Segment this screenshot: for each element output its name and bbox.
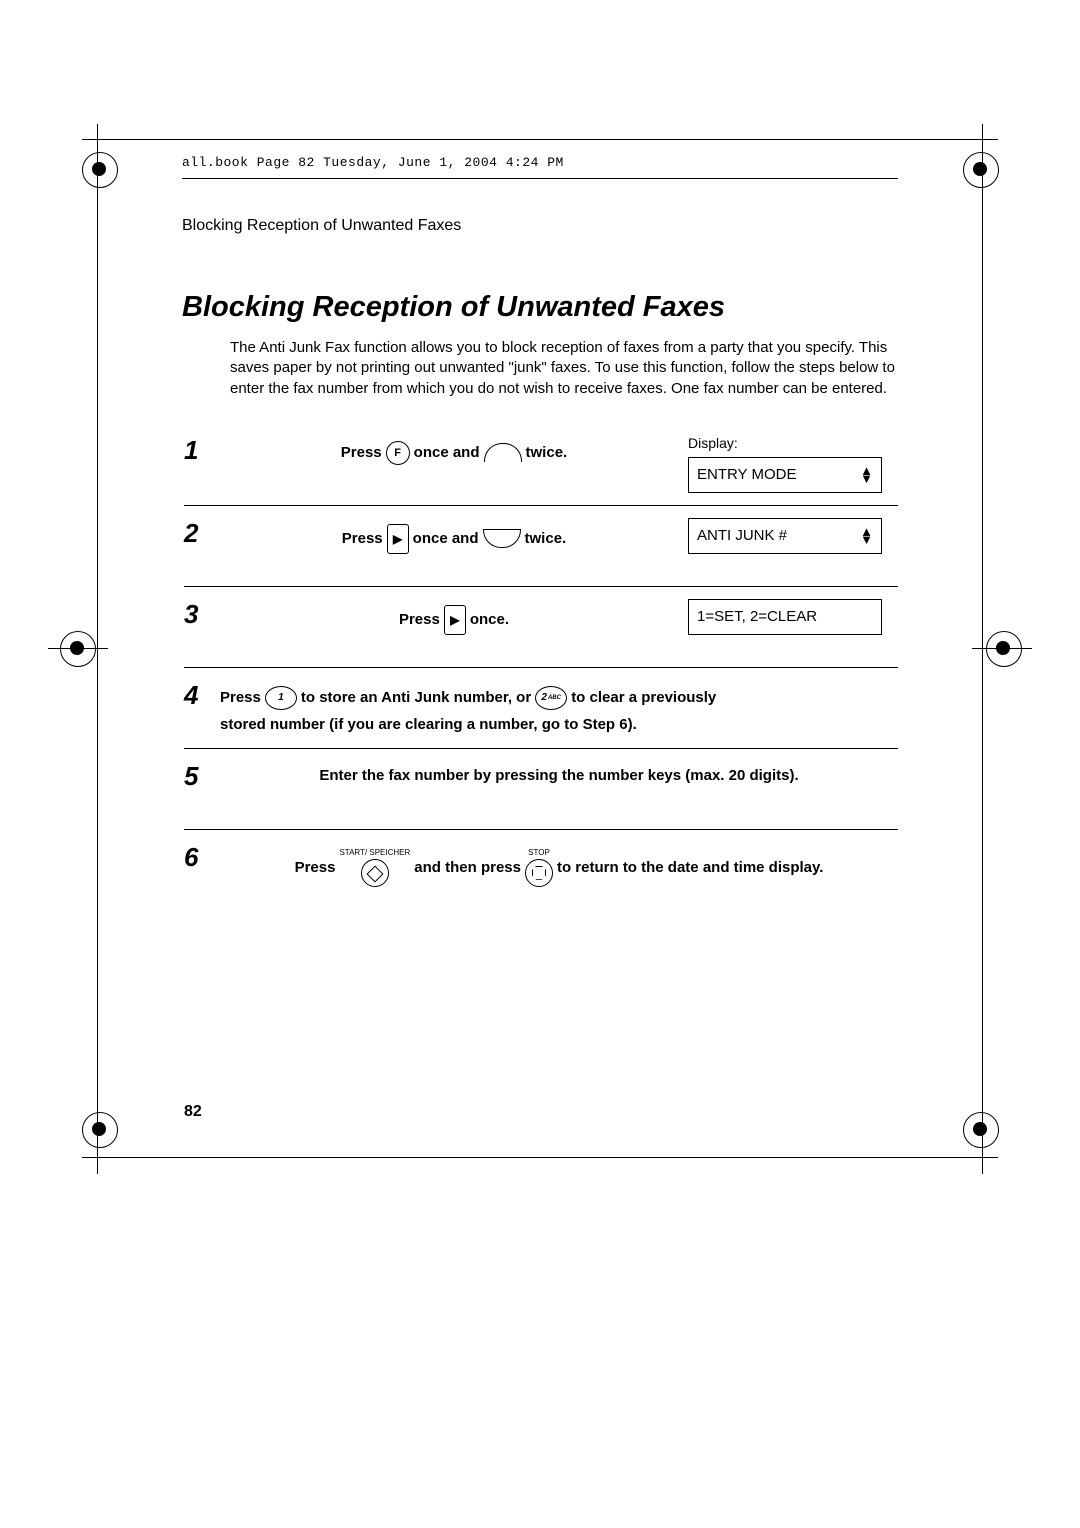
book-meta-line: all.book Page 82 Tuesday, June 1, 2004 4… (182, 155, 898, 170)
step-text: Press (220, 689, 261, 706)
page-number: 82 (184, 1103, 202, 1121)
lcd-text: ENTRY MODE (697, 466, 796, 483)
lcd-text: 1=SET, 2=CLEAR (697, 608, 817, 625)
registration-mark-icon (82, 152, 116, 186)
step-text: Press (399, 611, 440, 628)
start-key-icon (361, 859, 389, 887)
step-text: twice. (526, 444, 568, 461)
step-text: to clear a previously (571, 689, 716, 706)
scroll-arrows-icon: ▲▼ (860, 528, 873, 544)
nav-right-key-icon: ▶ (444, 605, 466, 635)
step-body: Press ▶ once. (220, 599, 688, 635)
digit-1-key-icon: 1 (265, 686, 297, 710)
step-text: stored number (if you are clearing a num… (220, 716, 898, 733)
crop-line (982, 124, 983, 1174)
step-text: Enter the fax number by pressing the num… (319, 767, 798, 784)
step-text: to return to the date and time display. (557, 859, 823, 876)
step-row: 6 Press START/ SPEICHER and then press S… (184, 830, 898, 910)
step-body: Press F once and twice. (220, 435, 688, 465)
display-label: Display: (688, 435, 898, 451)
registration-mark-icon (963, 1112, 997, 1146)
key-digit: 2 (541, 692, 547, 703)
rocker-up-icon (484, 443, 522, 462)
step-body: Press START/ SPEICHER and then press STO… (220, 842, 898, 887)
registration-mark-icon (82, 1112, 116, 1146)
lcd-panel: ENTRY MODE ▲▼ (688, 457, 882, 493)
page-title: Blocking Reception of Unwanted Faxes (182, 291, 898, 324)
running-header: Blocking Reception of Unwanted Faxes (182, 217, 898, 235)
step-row: 4 Press 1 to store an Anti Junk number, … (184, 668, 898, 749)
step-text: twice. (525, 530, 567, 547)
display-column: ANTI JUNK # ▲▼ (688, 518, 898, 554)
step-number: 2 (184, 518, 220, 549)
step-row: 3 Press ▶ once. 1=SET, 2=CLEAR (184, 587, 898, 668)
step-text: Press (342, 530, 383, 547)
lcd-panel: 1=SET, 2=CLEAR (688, 599, 882, 635)
lcd-panel: ANTI JUNK # ▲▼ (688, 518, 882, 554)
rocker-down-icon (483, 529, 521, 548)
stop-key-label: STOP (528, 848, 550, 857)
step-row: 2 Press ▶ once and twice. ANTI JUNK # ▲▼ (184, 506, 898, 587)
step-body: Enter the fax number by pressing the num… (220, 761, 898, 784)
step-number: 5 (184, 761, 220, 792)
stop-key-group: STOP (525, 848, 553, 887)
step-number: 3 (184, 599, 220, 630)
step-row: 1 Press F once and twice. Display: ENTRY… (184, 423, 898, 506)
step-body: Press 1 to store an Anti Junk number, or… (220, 680, 898, 733)
start-key-label: START/ SPEICHER (339, 848, 410, 857)
display-column: Display: ENTRY MODE ▲▼ (688, 435, 898, 493)
crop-line (82, 139, 998, 140)
step-text: once and (413, 530, 479, 547)
step-body: Press ▶ once and twice. (220, 518, 688, 554)
scroll-arrows-icon: ▲▼ (860, 467, 873, 483)
step-number: 1 (184, 435, 220, 466)
digit-2-key-icon: 2ABC (535, 686, 567, 710)
crop-line (97, 124, 98, 1174)
step-row: 5 Enter the fax number by pressing the n… (184, 749, 898, 830)
key-sub: ABC (548, 695, 561, 701)
step-text: and then press (414, 859, 521, 876)
step-text: to store an Anti Junk number, or (301, 689, 531, 706)
stop-key-icon (525, 859, 553, 887)
step-number: 4 (184, 680, 220, 711)
divider (182, 178, 898, 179)
display-column: 1=SET, 2=CLEAR (688, 599, 898, 635)
step-text: once and (414, 444, 480, 461)
step-text: Press (295, 859, 336, 876)
f-key-icon: F (386, 441, 410, 465)
step-text: once. (470, 611, 509, 628)
step-text: Press (341, 444, 382, 461)
step-number: 6 (184, 842, 220, 873)
crop-line (48, 648, 108, 649)
nav-right-key-icon: ▶ (387, 524, 409, 554)
registration-mark-icon (963, 152, 997, 186)
crop-line (972, 648, 1032, 649)
intro-paragraph: The Anti Junk Fax function allows you to… (230, 338, 898, 399)
crop-line (82, 1157, 998, 1158)
lcd-text: ANTI JUNK # (697, 527, 787, 544)
start-key-group: START/ SPEICHER (339, 848, 410, 887)
